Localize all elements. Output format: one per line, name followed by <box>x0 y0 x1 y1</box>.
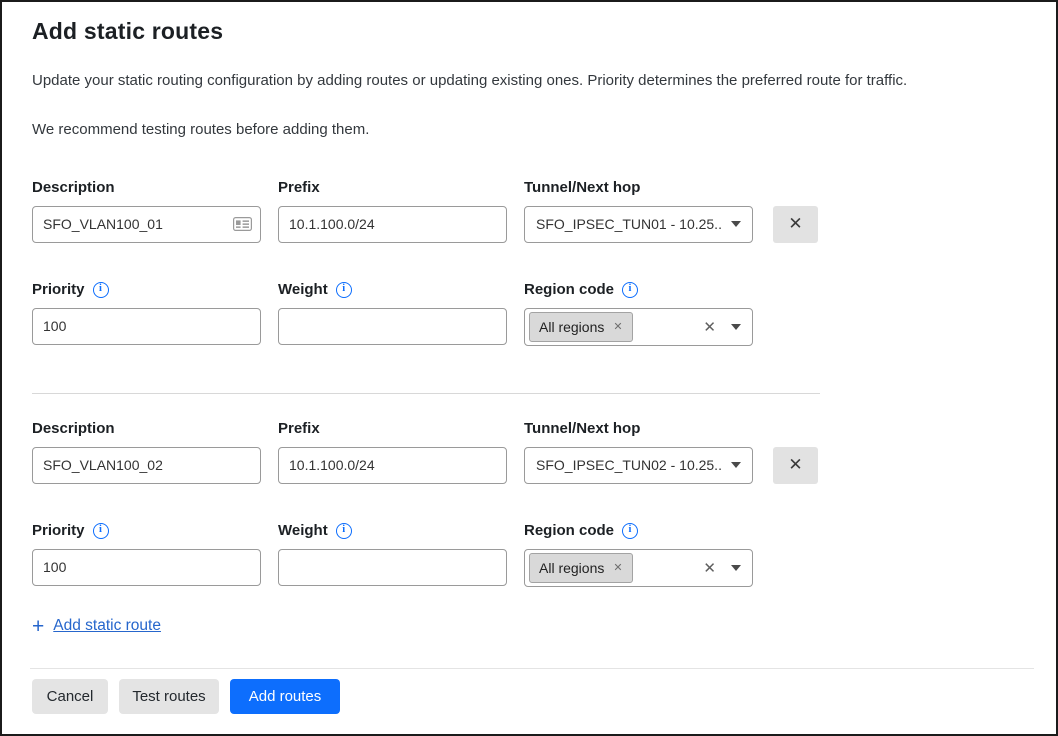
add-routes-button[interactable]: Add routes <box>230 679 340 714</box>
tunnel-select[interactable]: SFO_IPSEC_TUN01 - 10.25... <box>524 206 753 243</box>
prefix-label: Prefix <box>278 420 507 438</box>
region-field-group: Region code i All regions ✕ ✕ <box>524 522 753 587</box>
contact-card-icon[interactable] <box>233 217 252 231</box>
tunnel-selected-value: SFO_IPSEC_TUN02 - 10.25... <box>536 457 723 473</box>
priority-label: Priority <box>32 522 85 539</box>
weight-field-group: Weight i <box>278 281 507 345</box>
info-icon[interactable]: i <box>622 282 638 298</box>
priority-field-group: Priority i <box>32 281 261 345</box>
chevron-down-icon <box>731 324 741 330</box>
route-entry-1: Description <box>32 179 1034 346</box>
intro-text-1: Update your static routing configuration… <box>32 71 1034 91</box>
plus-icon: + <box>32 616 44 637</box>
test-routes-button[interactable]: Test routes <box>119 679 219 714</box>
tunnel-label: Tunnel/Next hop <box>524 179 753 197</box>
info-icon[interactable]: i <box>336 282 352 298</box>
chip-remove-icon[interactable]: ✕ <box>613 561 622 574</box>
chevron-down-icon <box>731 221 741 227</box>
priority-field-group: Priority i <box>32 522 261 586</box>
section-divider <box>32 393 820 394</box>
close-icon: ✕ <box>788 455 802 475</box>
region-code-label: Region code <box>524 522 614 539</box>
region-tag-chip: All regions ✕ <box>529 553 633 583</box>
info-icon[interactable]: i <box>336 523 352 539</box>
remove-route-button[interactable]: ✕ <box>773 206 818 243</box>
footer-divider <box>30 668 1034 669</box>
description-input[interactable] <box>32 447 261 484</box>
tunnel-label: Tunnel/Next hop <box>524 420 753 438</box>
region-tag-chip: All regions ✕ <box>529 312 633 342</box>
chevron-down-icon <box>731 565 741 571</box>
clear-selection-icon[interactable]: ✕ <box>703 318 716 336</box>
chip-remove-icon[interactable]: ✕ <box>613 320 622 333</box>
close-icon: ✕ <box>788 214 802 234</box>
add-static-route-link[interactable]: Add static route <box>53 617 161 635</box>
region-tag-label: All regions <box>539 560 604 576</box>
description-input[interactable] <box>32 206 261 243</box>
tunnel-field-group: Tunnel/Next hop SFO_IPSEC_TUN02 - 10.25.… <box>524 420 753 484</box>
footer-actions: Cancel Test routes Add routes <box>32 679 1056 714</box>
tunnel-select[interactable]: SFO_IPSEC_TUN02 - 10.25... <box>524 447 753 484</box>
priority-input[interactable] <box>32 549 261 586</box>
region-multiselect[interactable]: All regions ✕ ✕ <box>524 308 753 346</box>
weight-label: Weight <box>278 281 328 298</box>
priority-input[interactable] <box>32 308 261 345</box>
page-title: Add static routes <box>32 18 1034 45</box>
chevron-down-icon <box>731 462 741 468</box>
info-icon[interactable]: i <box>93 523 109 539</box>
region-field-group: Region code i All regions ✕ ✕ <box>524 281 753 346</box>
clear-selection-icon[interactable]: ✕ <box>703 559 716 577</box>
prefix-field-group: Prefix <box>278 420 507 484</box>
description-field-group: Description <box>32 420 261 484</box>
description-label: Description <box>32 420 261 438</box>
tunnel-field-group: Tunnel/Next hop SFO_IPSEC_TUN01 - 10.25.… <box>524 179 753 243</box>
tunnel-selected-value: SFO_IPSEC_TUN01 - 10.25... <box>536 216 723 232</box>
weight-input[interactable] <box>278 549 507 586</box>
priority-label: Priority <box>32 281 85 298</box>
cancel-button[interactable]: Cancel <box>32 679 108 714</box>
add-static-routes-panel: Add static routes Update your static rou… <box>2 2 1056 637</box>
add-static-route-row: + Add static route <box>32 616 1034 637</box>
prefix-input[interactable] <box>278 447 507 484</box>
info-icon[interactable]: i <box>622 523 638 539</box>
region-multiselect[interactable]: All regions ✕ ✕ <box>524 549 753 587</box>
weight-field-group: Weight i <box>278 522 507 586</box>
region-code-label: Region code <box>524 281 614 298</box>
remove-route-button[interactable]: ✕ <box>773 447 818 484</box>
intro-text-2: We recommend testing routes before addin… <box>32 120 1034 140</box>
info-icon[interactable]: i <box>93 282 109 298</box>
weight-input[interactable] <box>278 308 507 345</box>
prefix-input[interactable] <box>278 206 507 243</box>
region-tag-label: All regions <box>539 319 604 335</box>
description-field-group: Description <box>32 179 261 243</box>
prefix-field-group: Prefix <box>278 179 507 243</box>
prefix-label: Prefix <box>278 179 507 197</box>
route-entry-2: Description Prefix Tunnel/Next hop SFO_I… <box>32 420 1034 587</box>
weight-label: Weight <box>278 522 328 539</box>
description-label: Description <box>32 179 261 197</box>
